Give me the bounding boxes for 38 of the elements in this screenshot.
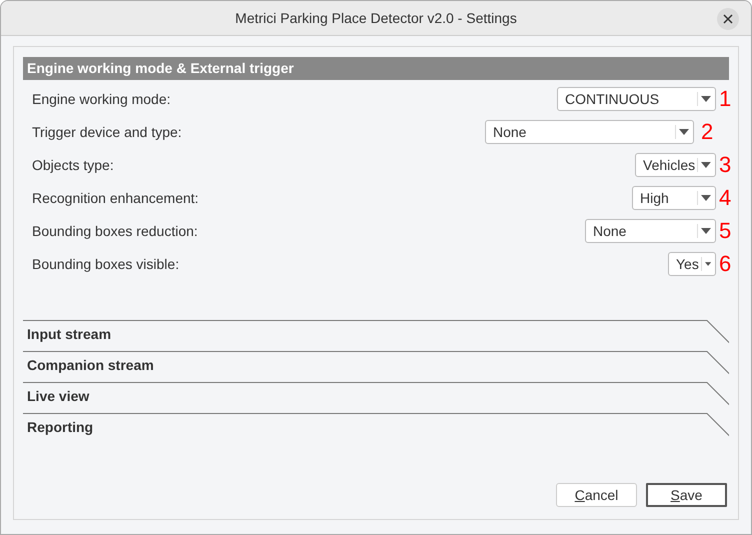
annotation-number: 2: [701, 121, 714, 143]
section-tab[interactable]: Reporting: [23, 413, 729, 444]
caret-icon: [704, 261, 711, 267]
dropdown[interactable]: Vehicles: [635, 153, 716, 177]
save-button[interactable]: Save: [646, 483, 727, 507]
annotation-number: 5: [719, 220, 732, 242]
caret-icon: [701, 96, 711, 102]
setting-label: Trigger device and type:: [32, 122, 183, 142]
tab-edge-drawing: [687, 413, 729, 437]
section-tab[interactable]: Live view: [23, 382, 729, 413]
dropdown[interactable]: Yes: [668, 252, 716, 276]
close-icon: [723, 14, 733, 24]
annotation-number: 4: [719, 187, 732, 209]
annotation-number: 1: [719, 88, 732, 110]
setting-label: Objects type:: [32, 156, 115, 175]
setting-label: Engine working mode:: [32, 90, 172, 109]
section-tab[interactable]: Companion stream: [23, 351, 729, 382]
caret-icon: [701, 195, 711, 201]
caret-icon: [701, 162, 711, 168]
caret-icon: [679, 129, 689, 135]
tab-edge-drawing: [687, 351, 729, 375]
tab-edge-drawing: [687, 382, 729, 406]
setting-label: Recognition enhancement:: [32, 188, 200, 208]
cancel-button[interactable]: Cancel: [556, 483, 637, 507]
close-button[interactable]: [717, 8, 739, 30]
window-title: Metrici Parking Place Detector v2.0 - Settings: [235, 8, 517, 28]
dropdown[interactable]: None: [585, 219, 716, 243]
section-tab[interactable]: Input stream: [23, 320, 729, 351]
tab-edge-drawing: [687, 320, 729, 344]
dropdown[interactable]: None: [485, 120, 694, 144]
annotation-number: 6: [719, 253, 732, 275]
annotation-number: 3: [719, 154, 732, 176]
setting-label: Bounding boxes visible:: [32, 254, 180, 274]
caret-icon: [701, 228, 711, 234]
dropdown[interactable]: CONTINUOUS: [557, 87, 716, 111]
section-title: Engine working mode & External trigger: [27, 59, 294, 78]
setting-label: Bounding boxes reduction:: [32, 222, 199, 241]
dropdown[interactable]: High: [632, 186, 716, 210]
